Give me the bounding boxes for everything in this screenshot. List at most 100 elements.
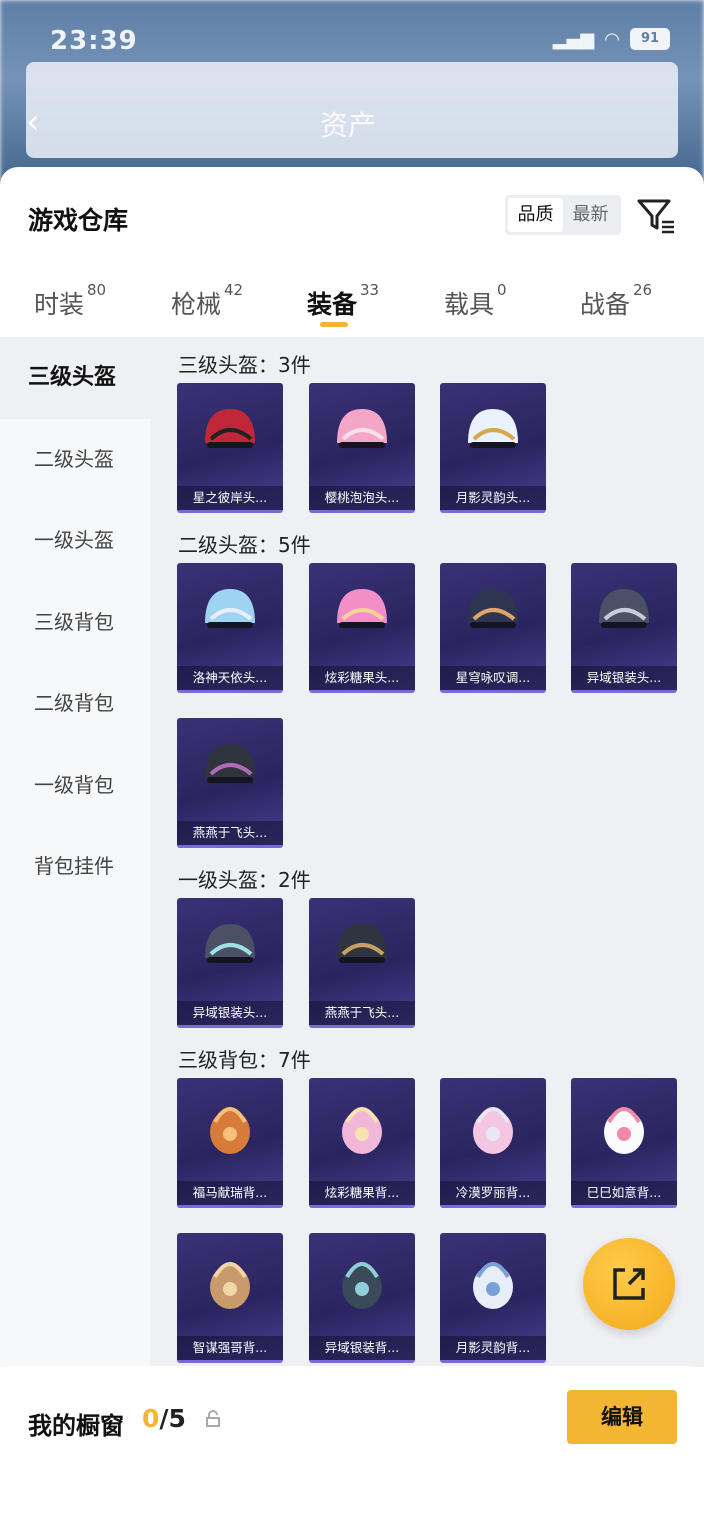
backpack-icon bbox=[604, 1107, 644, 1154]
backpack-icon bbox=[210, 1262, 250, 1309]
item-name: 樱桃泡泡头... bbox=[309, 486, 415, 510]
item-name: 洛神天依头... bbox=[177, 666, 283, 690]
backpack-icon bbox=[342, 1107, 382, 1154]
lock-icon bbox=[206, 1410, 220, 1427]
background-title: 资产 bbox=[320, 109, 377, 142]
showcase-total: /5 bbox=[159, 1404, 186, 1433]
sidebar-item-level3-backpack[interactable]: 三级背包 bbox=[0, 582, 150, 664]
item-card[interactable]: 月影灵韵头... bbox=[440, 383, 546, 513]
item-card[interactable]: 燕燕于飞头... bbox=[309, 898, 415, 1028]
item-card[interactable]: 星之彼岸头... bbox=[177, 383, 283, 513]
helmet-icon bbox=[468, 589, 518, 628]
sheet-header: 游戏仓库 品质 最新 bbox=[0, 167, 704, 257]
item-card[interactable]: 炫彩糖果头... bbox=[309, 563, 415, 693]
sidebar-item-level2-backpack[interactable]: 二级背包 bbox=[0, 663, 150, 745]
helmet-icon bbox=[337, 924, 387, 963]
item-name: 炫彩糖果背... bbox=[309, 1181, 415, 1205]
wifi-icon: ◠ bbox=[604, 28, 620, 50]
item-card[interactable]: 冷漠罗丽背... bbox=[440, 1078, 546, 1208]
item-card[interactable]: 炫彩糖果背... bbox=[309, 1078, 415, 1208]
tab-label: 载具 bbox=[444, 290, 495, 319]
tab-label: 装备 bbox=[307, 290, 358, 319]
sort-toggle[interactable]: 品质 最新 bbox=[505, 195, 621, 235]
helmet-icon bbox=[337, 409, 387, 448]
item-name: 异域银装头... bbox=[571, 666, 677, 690]
helmet-icon bbox=[468, 409, 518, 448]
backpack-icon bbox=[473, 1262, 513, 1309]
item-name: 月影灵韵头... bbox=[440, 486, 546, 510]
sidebar-item-level1-backpack[interactable]: 一级背包 bbox=[0, 745, 150, 827]
tab-label: 时装 bbox=[34, 290, 85, 319]
helmet-icon bbox=[337, 589, 387, 628]
tab-supplies[interactable]: 战备 26 bbox=[580, 281, 652, 321]
section-title: 一级头盔：2件 bbox=[178, 868, 311, 892]
item-card[interactable]: 智谋强哥背... bbox=[177, 1233, 283, 1363]
item-card[interactable]: 异域银装头... bbox=[571, 563, 677, 693]
share-icon bbox=[613, 1268, 645, 1300]
item-name: 巳巳如意背... bbox=[571, 1181, 677, 1205]
item-card[interactable]: 樱桃泡泡头... bbox=[309, 383, 415, 513]
showcase-bar: 我的橱窗 0/5 编辑 bbox=[0, 1366, 704, 1523]
tab-label: 战备 bbox=[580, 290, 631, 319]
helmet-icon bbox=[205, 589, 255, 628]
section-title: 三级背包：7件 bbox=[178, 1048, 311, 1072]
helmet-icon bbox=[205, 409, 255, 448]
section-title: 二级头盔：5件 bbox=[178, 533, 311, 557]
sheet-title: 游戏仓库 bbox=[28, 206, 129, 235]
sidebar-item-level3-helmet[interactable]: 三级头盔 bbox=[0, 337, 150, 419]
sort-option-latest[interactable]: 最新 bbox=[563, 198, 618, 232]
warehouse-sheet: 游戏仓库 品质 最新 时装 80 枪械 42 装备 33 载具 0 战备 26 三级头盔 … bbox=[0, 167, 704, 1523]
item-name: 星穹咏叹调... bbox=[440, 666, 546, 690]
body-area: 三级头盔 二级头盔 一级头盔 三级背包 二级背包 一级背包 背包挂件 三级头盔：… bbox=[0, 337, 704, 1367]
filter-icon[interactable] bbox=[636, 195, 676, 235]
tab-count: 26 bbox=[633, 281, 653, 299]
helmet-icon bbox=[205, 744, 255, 783]
status-icons: ▂▄▆ ◠ 91 bbox=[553, 28, 670, 50]
item-name: 福马献瑞背... bbox=[177, 1181, 283, 1205]
item-card[interactable]: 巳巳如意背... bbox=[571, 1078, 677, 1208]
backpack-icon bbox=[342, 1262, 382, 1309]
item-card[interactable]: 星穹咏叹调... bbox=[440, 563, 546, 693]
tab-count: 80 bbox=[87, 281, 107, 299]
tab-count: 42 bbox=[224, 281, 244, 299]
section-title: 三级头盔：3件 bbox=[178, 353, 311, 377]
helmet-icon bbox=[205, 924, 255, 963]
item-card[interactable]: 月影灵韵背... bbox=[440, 1233, 546, 1363]
item-name: 冷漠罗丽背... bbox=[440, 1181, 546, 1205]
item-grid: 三级头盔：3件星之彼岸头... 樱桃泡泡头... 月影灵韵头... 二级头盔：5件 洛神… bbox=[150, 337, 704, 1367]
showcase-count: 0/5 bbox=[142, 1404, 186, 1433]
sidebar-item-level2-helmet[interactable]: 二级头盔 bbox=[0, 419, 150, 501]
edit-button[interactable]: 编辑 bbox=[567, 1390, 677, 1444]
item-name: 异域银装头... bbox=[177, 1001, 283, 1025]
helmet-icon bbox=[599, 589, 649, 628]
tab-equipment[interactable]: 装备 33 bbox=[307, 281, 379, 321]
item-name: 炫彩糖果头... bbox=[309, 666, 415, 690]
status-time: 23:39 bbox=[50, 26, 138, 56]
item-card[interactable]: 福马献瑞背... bbox=[177, 1078, 283, 1208]
tab-vehicles[interactable]: 载具 0 bbox=[444, 281, 507, 321]
category-tabs: 时装 80 枪械 42 装备 33 载具 0 战备 26 bbox=[0, 257, 704, 337]
back-icon: ‹ bbox=[26, 102, 40, 142]
item-card[interactable]: 洛神天依头... bbox=[177, 563, 283, 693]
tab-fashion[interactable]: 时装 80 bbox=[34, 281, 106, 321]
sort-option-quality[interactable]: 品质 bbox=[508, 198, 563, 232]
item-card[interactable]: 异域银装背... bbox=[309, 1233, 415, 1363]
item-name: 燕燕于飞头... bbox=[309, 1001, 415, 1025]
tab-count: 33 bbox=[360, 281, 380, 299]
sidebar-item-level1-helmet[interactable]: 一级头盔 bbox=[0, 500, 150, 582]
status-bar: 23:39 ▂▄▆ ◠ 91 bbox=[0, 0, 704, 60]
showcase-current: 0 bbox=[142, 1404, 160, 1433]
tab-count: 0 bbox=[497, 281, 507, 299]
tab-guns[interactable]: 枪械 42 bbox=[171, 281, 243, 321]
item-card[interactable]: 异域银装头... bbox=[177, 898, 283, 1028]
signal-icon: ▂▄▆ bbox=[552, 28, 595, 50]
item-name: 异域银装背... bbox=[309, 1336, 415, 1360]
item-name: 燕燕于飞头... bbox=[177, 821, 283, 845]
sidebar: 三级头盔 二级头盔 一级头盔 三级背包 二级背包 一级背包 背包挂件 bbox=[0, 337, 150, 1367]
share-button[interactable] bbox=[583, 1238, 675, 1330]
item-name: 智谋强哥背... bbox=[177, 1336, 283, 1360]
active-tab-indicator bbox=[320, 322, 348, 327]
item-name: 月影灵韵背... bbox=[440, 1336, 546, 1360]
item-card[interactable]: 燕燕于飞头... bbox=[177, 718, 283, 848]
sidebar-item-backpack-charm[interactable]: 背包挂件 bbox=[0, 826, 150, 908]
